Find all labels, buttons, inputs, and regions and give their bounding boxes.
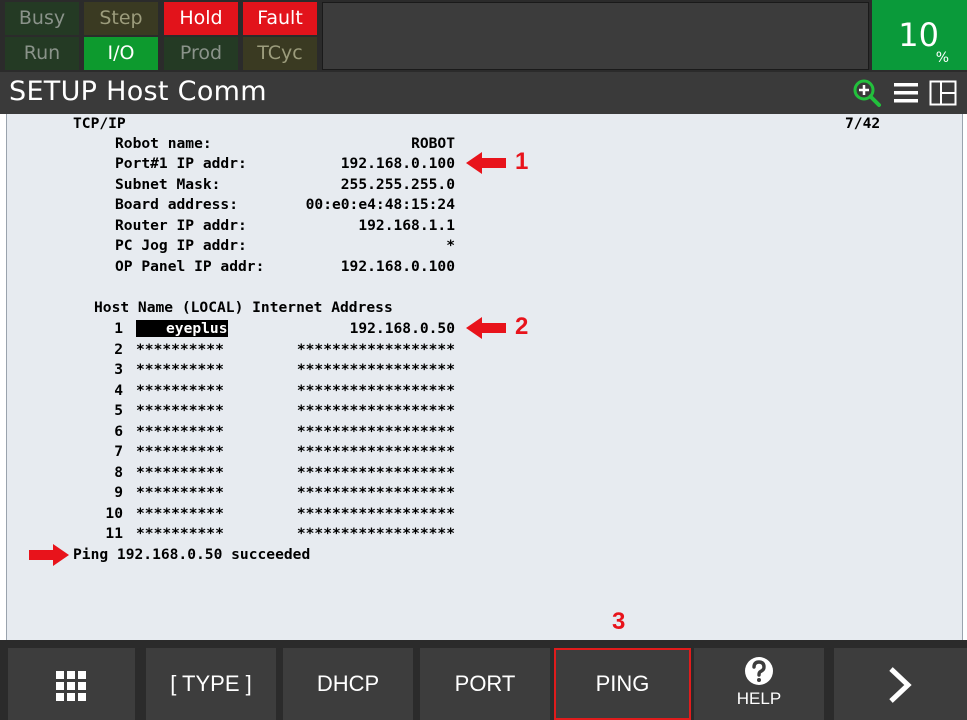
host-row-number: 4	[114, 382, 123, 399]
field-label-pc-jog-ip: PC Jog IP addr:	[115, 237, 247, 254]
host-row-name[interactable]: **********	[136, 401, 224, 421]
softkey-dhcp[interactable]: DHCP	[283, 648, 413, 720]
status-tcyc: TCyc	[243, 37, 317, 70]
host-row-name[interactable]: **********	[136, 524, 224, 544]
status-io: I/O	[84, 37, 158, 70]
softkey-menu-grid[interactable]	[8, 648, 135, 720]
status-hold: Hold	[164, 2, 238, 35]
field-value-subnet-mask[interactable]: 255.255.255.0	[307, 175, 455, 195]
softkey-port[interactable]: PORT	[420, 648, 550, 720]
host-row-number: 9	[114, 484, 123, 501]
host-row-number: 2	[114, 341, 123, 358]
annotation-arrow-2	[466, 317, 506, 339]
host-row-name[interactable]: **********	[136, 422, 224, 442]
field-value-robot-name[interactable]: ROBOT	[307, 134, 455, 154]
softkey-ping[interactable]: PING	[554, 648, 691, 720]
host-row-address[interactable]: ******************	[267, 422, 455, 442]
annotation-label-1: 1	[515, 148, 529, 175]
field-value-op-panel-ip[interactable]: 192.168.0.100	[307, 257, 455, 277]
setup-screen: TCP/IP 7/42 Robot name: ROBOT Port#1 IP …	[6, 114, 963, 640]
host-row-number: 3	[114, 361, 123, 378]
host-row-name[interactable]: **********	[136, 340, 224, 360]
host-row-address[interactable]: ******************	[267, 524, 455, 544]
field-value-pc-jog-ip[interactable]: *	[307, 236, 455, 256]
page-title: SETUP Host Comm	[9, 76, 267, 107]
host-row-name[interactable]: **********	[136, 463, 224, 483]
annotation-label-2: 2	[515, 313, 529, 340]
host-row-address[interactable]: ******************	[267, 381, 455, 401]
page-indicator: 7/42	[845, 115, 881, 132]
status-prod: Prod	[164, 37, 238, 70]
status-fault: Fault	[243, 2, 317, 35]
host-row-name[interactable]: **********	[136, 381, 224, 401]
zoom-in-icon[interactable]	[852, 78, 882, 108]
speed-override[interactable]: 10 %	[872, 0, 967, 70]
host-row-name[interactable]: **********	[136, 483, 224, 503]
field-label-router-ip: Router IP addr:	[115, 217, 247, 234]
host-row-address[interactable]: ******************	[267, 401, 455, 421]
title-bar: SETUP Host Comm	[0, 72, 967, 114]
annotation-arrow-1	[466, 152, 506, 174]
softkey-bar: [ TYPE ] DHCP PORT PING HELP	[0, 640, 967, 720]
host-row-address[interactable]: ******************	[267, 463, 455, 483]
status-bar: Busy Step Hold Fault Run I/O Prod TCyc 1…	[0, 0, 967, 72]
grid-icon	[56, 671, 86, 701]
annotation-label-3: 3	[612, 608, 626, 635]
softkey-type[interactable]: [ TYPE ]	[146, 648, 276, 720]
status-run: Run	[5, 37, 79, 70]
host-row-number: 7	[114, 443, 123, 460]
field-value-port-ip[interactable]: 192.168.0.100	[307, 154, 455, 174]
host-row-name[interactable]: **********	[136, 504, 224, 524]
field-label-port-ip: Port#1 IP addr:	[115, 155, 247, 172]
field-label-robot-name: Robot name:	[115, 135, 212, 152]
host-row-address[interactable]: ******************	[267, 504, 455, 524]
host-row-number: 5	[114, 402, 123, 419]
softkey-help[interactable]: HELP	[694, 648, 824, 720]
field-value-router-ip[interactable]: 192.168.1.1	[307, 216, 455, 236]
host-row-address[interactable]: ******************	[267, 360, 455, 380]
ping-result-message: Ping 192.168.0.50 succeeded	[73, 546, 311, 563]
split-layout-icon[interactable]	[928, 78, 958, 108]
host-row-number: 6	[114, 423, 123, 440]
chevron-right-icon	[889, 667, 912, 703]
softkey-help-label: HELP	[736, 689, 782, 708]
host-name-cursor[interactable]: eyeplus	[136, 320, 228, 337]
host-row-address[interactable]: ******************	[267, 340, 455, 360]
host-row-number: 11	[105, 525, 123, 542]
host-row-name[interactable]: **********	[136, 360, 224, 380]
host-row-address[interactable]: 192.168.0.50	[267, 319, 455, 339]
section-header: TCP/IP	[73, 115, 126, 132]
status-busy: Busy	[5, 2, 79, 35]
menu-icon[interactable]	[891, 78, 921, 108]
host-row-name[interactable]: **********	[136, 442, 224, 462]
field-value-board-address[interactable]: 00:e0:e4:48:15:24	[267, 195, 455, 215]
host-row-number: 10	[105, 505, 123, 522]
host-row-address[interactable]: ******************	[267, 483, 455, 503]
host-table-header: Host Name (LOCAL) Internet Address	[94, 299, 393, 316]
field-label-op-panel-ip: OP Panel IP addr:	[115, 258, 265, 275]
field-label-board-address: Board address:	[115, 196, 239, 213]
softkey-next[interactable]	[834, 648, 967, 720]
host-row-number: 1	[114, 320, 123, 337]
override-value: 10	[898, 16, 939, 54]
field-label-subnet-mask: Subnet Mask:	[115, 176, 221, 193]
override-unit: %	[935, 50, 949, 66]
host-row-address[interactable]: ******************	[267, 442, 455, 462]
host-row-name[interactable]: eyeplus	[136, 319, 228, 339]
status-step: Step	[84, 2, 158, 35]
status-message-area	[322, 2, 869, 70]
annotation-arrow-ping	[29, 544, 69, 566]
question-mark-icon	[745, 657, 773, 685]
host-row-number: 8	[114, 464, 123, 481]
